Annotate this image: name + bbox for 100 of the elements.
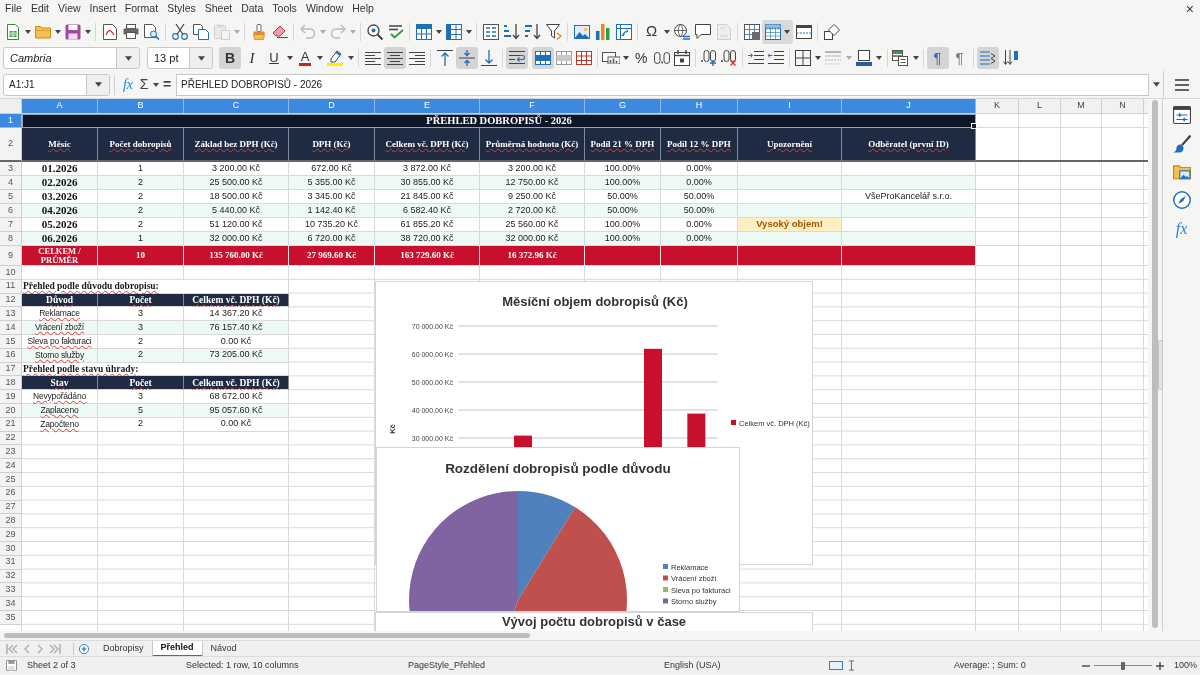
underline-button[interactable]: U <box>263 47 285 69</box>
bars-down-arrow-icon[interactable] <box>524 23 541 40</box>
grid-box-icon[interactable] <box>482 23 499 40</box>
decimal-plus-icon[interactable] <box>700 50 717 66</box>
italic-button[interactable]: I <box>241 47 263 69</box>
close-button[interactable]: × <box>1185 2 1194 16</box>
row-header[interactable]: 7 <box>0 218 22 232</box>
font-name-field[interactable]: Cambria <box>3 47 140 69</box>
marker-icon[interactable] <box>327 50 344 66</box>
spreadsheet-document-icon[interactable] <box>4 23 21 40</box>
bar-chart-icon[interactable] <box>595 23 610 40</box>
caret-icon[interactable] <box>84 29 91 34</box>
column-header[interactable]: H <box>661 99 738 113</box>
row-header[interactable]: 6 <box>0 204 22 218</box>
row-header[interactable]: 10 <box>0 266 22 280</box>
folder-image-icon[interactable] <box>1172 164 1191 180</box>
column-header[interactable]: D <box>289 99 375 113</box>
sidebar-handle[interactable] <box>1158 340 1163 390</box>
merged-cells-icon[interactable] <box>555 51 572 65</box>
window-icon[interactable] <box>795 24 812 39</box>
plus-icon[interactable] <box>1156 661 1164 670</box>
dropdown-button[interactable] <box>189 48 212 68</box>
left-to-right-button[interactable]: ¶ <box>926 47 949 69</box>
speech-bubble-icon[interactable] <box>694 24 711 39</box>
font-size-field[interactable]: 13 pt <box>147 47 213 69</box>
caret-icon[interactable] <box>124 55 132 61</box>
decimal-cross-icon[interactable] <box>721 50 738 66</box>
menu-item[interactable]: Sheet <box>204 1 233 17</box>
dropdown-button[interactable] <box>116 48 139 68</box>
row-header[interactable]: 2 <box>0 128 22 162</box>
rectangle-icon[interactable] <box>829 661 843 670</box>
row-header[interactable]: 29 <box>0 528 22 542</box>
plus-circle-icon[interactable] <box>79 643 89 654</box>
zoom-percent[interactable]: 100% <box>1174 658 1198 673</box>
row-header[interactable]: 18 <box>0 376 22 391</box>
row-header[interactable]: 23 <box>0 445 22 460</box>
menu-item[interactable]: Insert <box>89 1 116 17</box>
caret-icon[interactable] <box>784 29 790 34</box>
column-header[interactable]: F <box>480 99 585 113</box>
caret-icon[interactable] <box>623 56 629 60</box>
row-header[interactable]: 14 <box>0 321 22 335</box>
slider-thumb[interactable] <box>1121 661 1125 670</box>
grid-icon[interactable] <box>743 23 760 40</box>
menu-item[interactable]: Styles <box>167 1 196 17</box>
banknotes-icon[interactable] <box>601 52 620 64</box>
column-header[interactable]: J <box>842 99 976 113</box>
row-header[interactable]: 9 <box>0 246 22 266</box>
row-header[interactable]: 13 <box>0 307 22 322</box>
two-pages-icon[interactable] <box>192 23 209 40</box>
document-magnifier-icon[interactable] <box>143 23 160 40</box>
caret-icon[interactable] <box>317 56 323 60</box>
outdent-icon[interactable] <box>768 51 785 65</box>
menu-item[interactable]: Edit <box>30 1 49 17</box>
scissors-icon[interactable] <box>171 23 188 40</box>
eraser-icon[interactable] <box>271 25 288 38</box>
formula-button[interactable]: = <box>161 73 173 96</box>
caret-icon[interactable] <box>663 29 670 34</box>
checkmark-lines-icon[interactable] <box>387 24 404 39</box>
table-pages-icon[interactable] <box>892 50 909 66</box>
sheet-tab[interactable]: Přehled <box>151 640 203 657</box>
row-header[interactable]: 34 <box>0 597 22 611</box>
function-wizard-button[interactable]: fx <box>119 73 137 96</box>
menu-item[interactable]: Format <box>124 1 159 17</box>
table-icon[interactable] <box>445 23 462 40</box>
column-header[interactable]: G <box>585 99 661 113</box>
dropdown-button[interactable] <box>86 74 109 95</box>
formula-input[interactable]: PŘEHLED DOBROPISŮ - 2026 <box>176 73 1149 96</box>
special-character-button[interactable]: Ω <box>641 20 662 43</box>
calendar-icon[interactable] <box>674 50 691 66</box>
caret-icon[interactable] <box>815 56 821 60</box>
table-icon[interactable] <box>765 23 781 40</box>
paintbrush-icon[interactable] <box>1172 135 1191 153</box>
image-icon[interactable] <box>573 24 590 39</box>
caret-icon[interactable] <box>912 56 919 60</box>
column-header[interactable]: C <box>184 99 289 113</box>
caret-icon[interactable] <box>876 56 882 60</box>
vertical-scrollbar[interactable] <box>1152 100 1158 628</box>
column-header[interactable]: I <box>738 99 842 113</box>
caret-icon[interactable] <box>1152 82 1160 87</box>
caret-icon[interactable] <box>287 56 293 60</box>
table-arrow-icon[interactable] <box>615 23 632 40</box>
zoom-slider[interactable] <box>1094 660 1152 671</box>
row-header[interactable]: 33 <box>0 583 22 598</box>
grid-icon[interactable] <box>576 51 593 65</box>
name-box-field[interactable]: A1:J1 <box>3 73 110 96</box>
functions-button[interactable]: fx <box>1175 220 1188 238</box>
sliders-panel-icon[interactable] <box>1172 106 1191 124</box>
menu-item[interactable]: View <box>58 1 81 17</box>
bars-down-arrow-icon[interactable] <box>503 23 520 40</box>
caret-icon[interactable] <box>153 82 159 87</box>
caret-icon[interactable] <box>347 56 354 60</box>
right-to-left-button[interactable]: ¶ <box>948 47 971 69</box>
horizontal-scrollbar[interactable] <box>4 633 530 638</box>
caret-icon[interactable] <box>94 82 102 87</box>
row-header[interactable]: 5 <box>0 190 22 204</box>
row-header[interactable]: 3 <box>0 162 22 176</box>
minus-icon[interactable] <box>1082 664 1090 667</box>
menu-item[interactable]: Help <box>352 1 374 17</box>
row-header[interactable]: 1 <box>0 114 22 128</box>
selection-handle[interactable] <box>971 123 977 129</box>
